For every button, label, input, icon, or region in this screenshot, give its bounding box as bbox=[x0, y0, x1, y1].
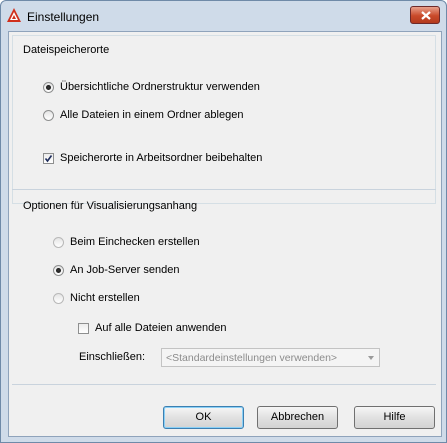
radio-label: Beim Einchecken erstellen bbox=[70, 236, 200, 248]
radio-create-on-checkin[interactable]: Beim Einchecken erstellen bbox=[53, 236, 200, 248]
dialog-content: Dateispeicherorte Übersichtliche Ordners… bbox=[8, 31, 442, 437]
cancel-button[interactable]: Abbrechen bbox=[257, 406, 338, 429]
radio-structured-folders[interactable]: Übersichtliche Ordnerstruktur verwenden bbox=[43, 81, 260, 93]
radio-send-job-server[interactable]: An Job-Server senden bbox=[53, 264, 179, 276]
radio-button[interactable] bbox=[53, 264, 64, 276]
radio-label: An Job-Server senden bbox=[70, 264, 180, 276]
radio-button[interactable] bbox=[53, 292, 64, 304]
ok-button[interactable]: OK bbox=[163, 406, 244, 429]
help-button[interactable]: Hilfe bbox=[354, 406, 435, 429]
radio-label: Nicht erstellen bbox=[70, 292, 140, 304]
close-button[interactable] bbox=[410, 6, 440, 24]
chevron-down-icon bbox=[368, 356, 374, 360]
radio-label: Alle Dateien in einem Ordner ablegen bbox=[60, 109, 244, 121]
radio-button[interactable] bbox=[43, 109, 54, 121]
checkbox-apply-all[interactable]: Auf alle Dateien anwenden bbox=[78, 322, 226, 334]
radio-label: Übersichtliche Ordnerstruktur verwenden bbox=[60, 81, 260, 93]
checkmark-icon bbox=[44, 154, 53, 162]
include-dropdown-value: <Standardeinstellungen verwenden> bbox=[166, 352, 338, 364]
autodesk-app-icon bbox=[6, 7, 22, 23]
title-bar[interactable]: Einstellungen bbox=[1, 1, 446, 31]
radio-single-folder[interactable]: Alle Dateien in einem Ordner ablegen bbox=[43, 109, 243, 121]
checkbox-keep-locations[interactable]: Speicherorte in Arbeitsordner beibehalte… bbox=[43, 152, 262, 164]
checkbox[interactable] bbox=[78, 322, 89, 334]
storage-group-title: Dateispeicherorte bbox=[23, 44, 110, 56]
checkbox-label: Auf alle Dateien anwenden bbox=[95, 322, 227, 334]
settings-dialog: Einstellungen Dateispeicherorte Übersich… bbox=[0, 0, 447, 443]
window-title: Einstellungen bbox=[27, 10, 100, 24]
include-label: Einschließen: bbox=[79, 351, 146, 363]
checkbox-label: Speicherorte in Arbeitsordner beibehalte… bbox=[60, 152, 263, 164]
visualization-group-title: Optionen für Visualisierungsanhang bbox=[23, 200, 198, 212]
close-icon bbox=[421, 11, 431, 20]
include-dropdown[interactable]: <Standardeinstellungen verwenden> bbox=[161, 348, 380, 367]
divider bbox=[12, 384, 436, 385]
radio-button[interactable] bbox=[53, 236, 64, 248]
radio-do-not-create[interactable]: Nicht erstellen bbox=[53, 292, 140, 304]
radio-button[interactable] bbox=[43, 81, 54, 93]
divider bbox=[12, 189, 436, 190]
checkbox[interactable] bbox=[43, 152, 54, 164]
